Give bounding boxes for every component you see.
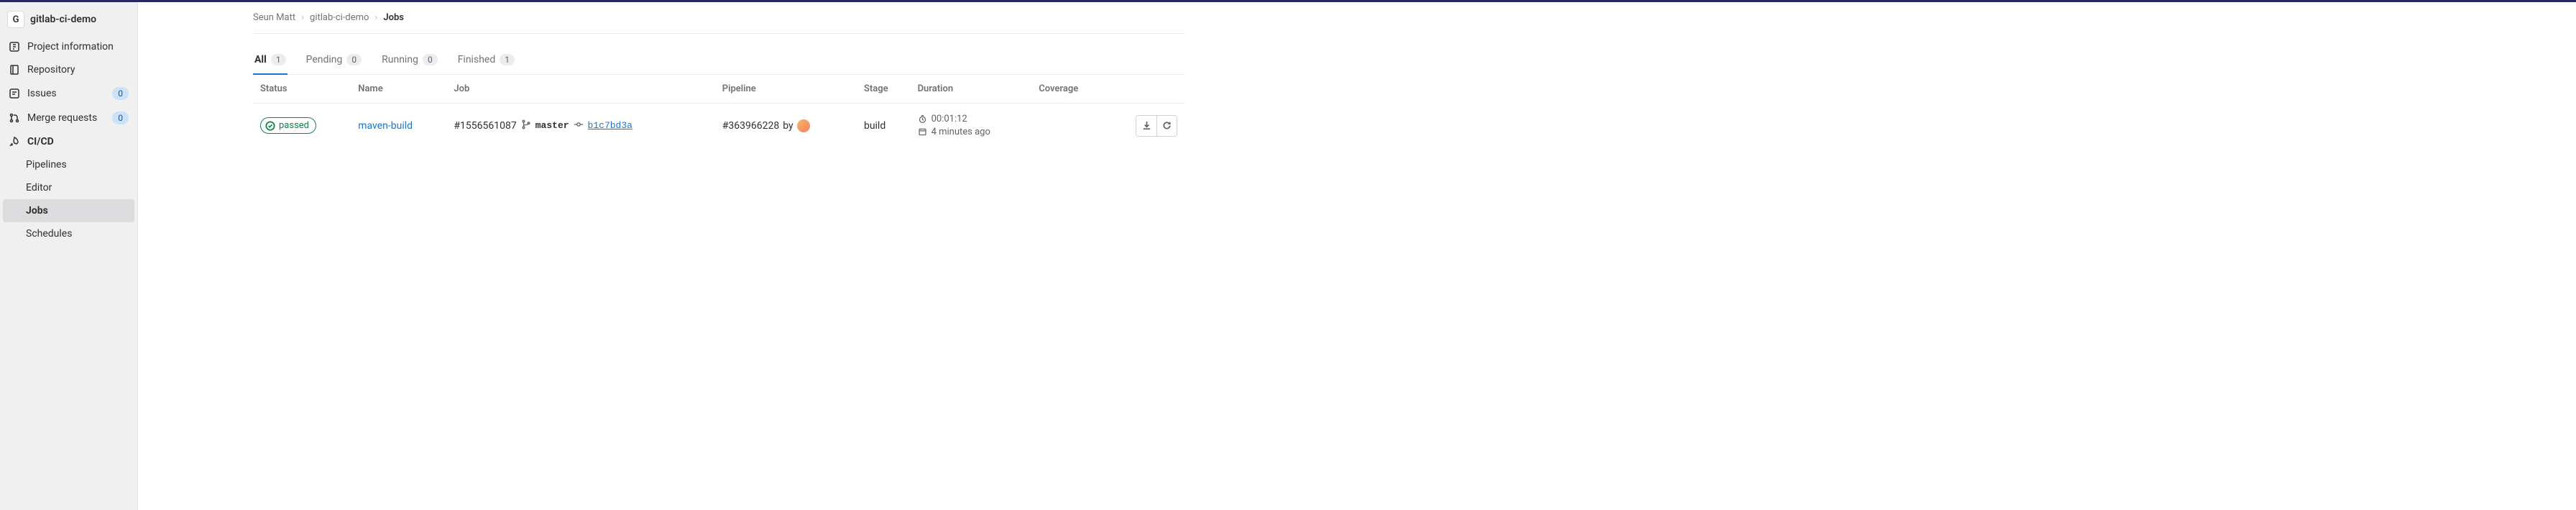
- tab-label: Finished: [458, 54, 496, 65]
- job-name-link[interactable]: maven-build: [358, 120, 413, 132]
- tab-running[interactable]: Running 0: [380, 47, 439, 74]
- tab-label: Running: [382, 54, 418, 65]
- breadcrumb: Seun Matt › gitlab-ci-demo › Jobs: [253, 12, 1184, 34]
- sidebar-item-project-info[interactable]: Project information: [0, 35, 137, 58]
- retry-button[interactable]: [1156, 116, 1177, 136]
- col-stage: Stage: [857, 75, 911, 104]
- sidebar-item-issues[interactable]: Issues 0: [0, 81, 137, 106]
- avatar[interactable]: [797, 119, 810, 132]
- timer-icon: [918, 114, 927, 124]
- check-circle-icon: [265, 121, 275, 131]
- chevron-right-icon: ›: [374, 12, 377, 23]
- tab-count: 0: [346, 54, 362, 65]
- table-row: passed maven-build #1556561087 master: [253, 104, 1184, 148]
- subnav-pipelines[interactable]: Pipelines: [0, 153, 137, 176]
- sidebar-item-label: CI/CD: [27, 136, 54, 147]
- rocket-icon: [9, 136, 20, 147]
- breadcrumb-project[interactable]: gitlab-ci-demo: [310, 12, 369, 23]
- issues-count-badge: 0: [112, 87, 129, 100]
- chevron-right-icon: ›: [301, 12, 304, 23]
- row-actions: [1136, 115, 1177, 137]
- breadcrumb-owner[interactable]: Seun Matt: [253, 12, 295, 23]
- project-avatar: G: [7, 11, 24, 28]
- project-name: gitlab-ci-demo: [30, 14, 96, 25]
- job-id[interactable]: #1556561087: [454, 120, 516, 132]
- status-text: passed: [279, 120, 309, 131]
- subnav-schedules[interactable]: Schedules: [0, 222, 137, 245]
- sidebar-item-merge-requests[interactable]: Merge requests 0: [0, 106, 137, 130]
- col-pipeline: Pipeline: [715, 75, 857, 104]
- mr-count-badge: 0: [112, 111, 129, 124]
- sidebar: G gitlab-ci-demo Project information Rep…: [0, 2, 138, 510]
- cicd-subnav: Pipelines Editor Jobs Schedules: [0, 153, 137, 245]
- download-artifacts-button[interactable]: [1136, 116, 1156, 136]
- job-tabs: All 1 Pending 0 Running 0 Finished 1: [253, 47, 1184, 75]
- calendar-icon: [918, 127, 927, 137]
- coverage-cell: [1031, 104, 1106, 148]
- sidebar-item-label: Project information: [27, 41, 114, 53]
- jobs-table: Status Name Job Pipeline Stage Duration …: [253, 75, 1184, 147]
- tab-all[interactable]: All 1: [253, 47, 288, 74]
- branch-icon: [521, 119, 531, 132]
- pipeline-id[interactable]: #363966228: [722, 120, 779, 132]
- tab-pending[interactable]: Pending 0: [305, 47, 364, 74]
- sidebar-item-repository[interactable]: Repository: [0, 58, 137, 81]
- sidebar-item-label: Repository: [27, 64, 75, 76]
- subnav-editor[interactable]: Editor: [0, 176, 137, 199]
- project-header[interactable]: G gitlab-ci-demo: [0, 6, 137, 35]
- subnav-jobs[interactable]: Jobs: [3, 199, 134, 222]
- status-badge[interactable]: passed: [260, 117, 316, 134]
- commit-sha-link[interactable]: b1c7bd3a: [588, 120, 632, 131]
- col-coverage: Coverage: [1031, 75, 1106, 104]
- tab-count: 1: [500, 54, 515, 65]
- sidebar-item-label: Issues: [27, 88, 57, 99]
- sidebar-item-label: Merge requests: [27, 112, 97, 124]
- retry-icon: [1162, 120, 1172, 131]
- col-duration: Duration: [911, 75, 1032, 104]
- stage-text: build: [864, 120, 886, 132]
- tab-count: 0: [423, 54, 438, 65]
- sidebar-item-cicd[interactable]: CI/CD: [0, 130, 137, 153]
- repo-icon: [9, 64, 20, 76]
- tab-label: Pending: [306, 54, 343, 65]
- col-job: Job: [446, 75, 714, 104]
- tab-finished[interactable]: Finished 1: [456, 47, 516, 74]
- col-name: Name: [351, 75, 446, 104]
- breadcrumb-current: Jobs: [383, 12, 404, 23]
- merge-icon: [9, 112, 20, 124]
- download-icon: [1141, 120, 1152, 131]
- tab-label: All: [254, 54, 267, 65]
- issues-icon: [9, 88, 20, 99]
- commit-icon: [574, 119, 584, 132]
- duration-value: 00:01:12: [932, 114, 967, 124]
- col-status: Status: [253, 75, 351, 104]
- tab-count: 1: [271, 54, 286, 65]
- main-content: Seun Matt › gitlab-ci-demo › Jobs All 1 …: [138, 2, 1202, 510]
- branch-name[interactable]: master: [535, 120, 569, 131]
- info-icon: [9, 41, 20, 53]
- finished-ago: 4 minutes ago: [932, 127, 990, 137]
- pipeline-by-label: by: [783, 120, 793, 132]
